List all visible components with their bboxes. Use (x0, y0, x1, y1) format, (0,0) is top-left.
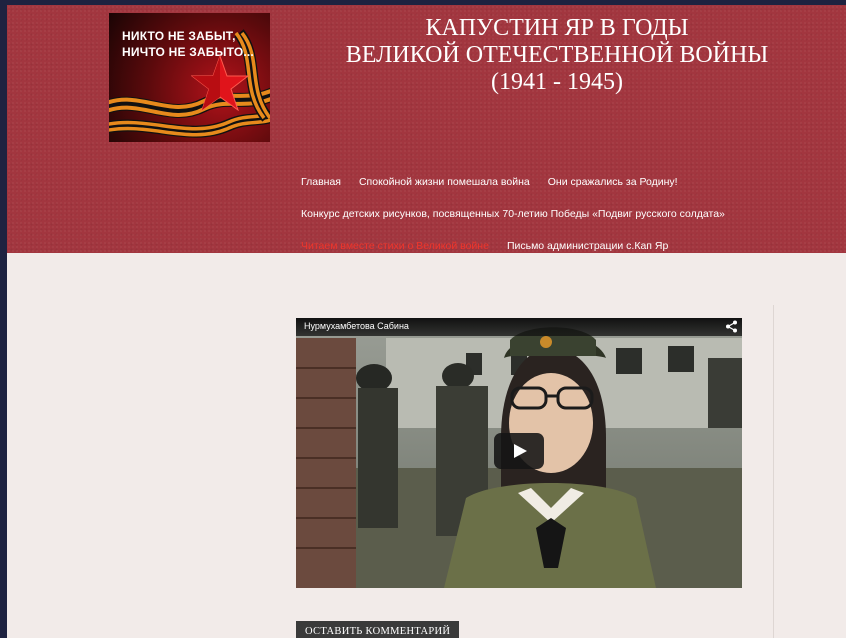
nav-item-war-interrupted[interactable]: Спокойной жизни помешала война (359, 176, 530, 188)
main-content: Нурмухамбетова Сабина ОСТАВИТЬ КОММЕНТАР… (289, 305, 774, 638)
red-star-icon (191, 55, 249, 111)
leave-comment-button[interactable]: ОСТАВИТЬ КОММЕНТАРИЙ (296, 621, 460, 638)
nav-row: Конкурс детских рисунков, посвященных 70… (301, 198, 841, 230)
site-title-line: ВЕЛИКОЙ ОТЕЧЕСТВЕННОЙ ВОЙНЫ (345, 42, 769, 68)
site-title-line: (1941 - 1945) (491, 69, 623, 95)
nav-item-home[interactable]: Главная (301, 176, 341, 188)
share-icon[interactable] (725, 320, 738, 333)
play-icon[interactable] (494, 433, 544, 469)
browser-viewport: НИКТО НЕ ЗАБЫТ, НИЧТО НЕ ЗАБЫТО... КАПУС… (7, 5, 846, 638)
video-player[interactable]: Нурмухамбетова Сабина (296, 318, 742, 588)
site-title: КАПУСТИН ЯР В ГОДЫ ВЕЛИКОЙ ОТЕЧЕСТВЕННОЙ… (307, 15, 807, 96)
nav-item-poems-active[interactable]: Читаем вместе стихи о Великой войне (301, 240, 489, 252)
video-title-bar: Нурмухамбетова Сабина (296, 318, 742, 336)
nav-item-drawing-contest[interactable]: Конкурс детских рисунков, посвященных 70… (301, 208, 725, 220)
nav-item-administration-letter[interactable]: Письмо администрации с.Кап Яр (507, 240, 668, 252)
site-title-line: КАПУСТИН ЯР В ГОДЫ (425, 15, 689, 41)
nav-row: Читаем вместе стихи о Великой войне Пись… (301, 230, 841, 262)
site-logo[interactable]: НИКТО НЕ ЗАБЫТ, НИЧТО НЕ ЗАБЫТО... (109, 13, 270, 142)
nav-row: Главная Спокойной жизни помешала война О… (301, 166, 841, 198)
nav-item-fought-for-homeland[interactable]: Они сражались за Родину! (548, 176, 678, 188)
site-header: НИКТО НЕ ЗАБЫТ, НИЧТО НЕ ЗАБЫТО... КАПУС… (7, 5, 846, 253)
main-navigation: Главная Спокойной жизни помешала война О… (301, 166, 841, 262)
video-title[interactable]: Нурмухамбетова Сабина (304, 321, 409, 331)
